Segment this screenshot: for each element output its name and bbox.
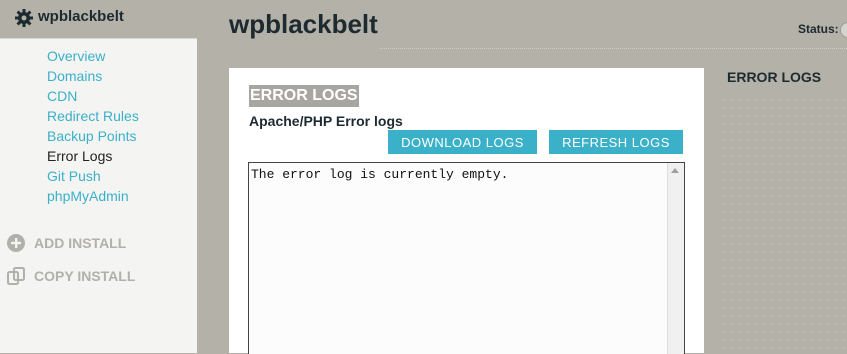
- site-name[interactable]: wpblackbelt: [38, 8, 124, 25]
- scroll-up-arrow-icon[interactable]: [671, 168, 679, 173]
- sidebar-nav: Overview Domains CDN Redirect Rules Back…: [47, 46, 139, 206]
- sidebar-item-phpmyadmin[interactable]: phpMyAdmin: [47, 186, 139, 206]
- plus-circle-icon: [7, 234, 25, 252]
- copy-install-button[interactable]: COPY INSTALL: [6, 266, 135, 286]
- right-column-title: ERROR LOGS: [727, 69, 822, 85]
- download-logs-button[interactable]: DOWNLOAD LOGS: [388, 130, 537, 154]
- copy-install-label: COPY INSTALL: [34, 268, 136, 284]
- gear-icon[interactable]: [14, 8, 34, 28]
- page-title: wpblackbelt: [229, 9, 378, 39]
- sidebar-item-overview[interactable]: Overview: [47, 46, 139, 66]
- sidebar-item-domains[interactable]: Domains: [47, 66, 139, 86]
- error-logs-panel: ERROR LOGS Apache/PHP Error logs DOWNLOA…: [229, 68, 704, 354]
- add-install-label: ADD INSTALL: [34, 235, 127, 251]
- status-label: Status:: [798, 22, 839, 36]
- status-toggle[interactable]: [840, 22, 847, 38]
- sidebar-item-redirect-rules[interactable]: Redirect Rules: [47, 106, 139, 126]
- right-column-background: [720, 96, 847, 353]
- sidebar-item-git-push[interactable]: Git Push: [47, 166, 139, 186]
- panel-heading: ERROR LOGS: [249, 85, 359, 107]
- log-textarea[interactable]: The error log is currently empty.: [248, 162, 685, 354]
- panel-subheading: Apache/PHP Error logs: [249, 113, 403, 129]
- refresh-logs-button[interactable]: REFRESH LOGS: [549, 130, 683, 154]
- header-divider: [380, 48, 847, 49]
- add-install-button[interactable]: ADD INSTALL: [6, 233, 126, 253]
- sidebar-item-backup-points[interactable]: Backup Points: [47, 126, 139, 146]
- sidebar: wpblackbelt Overview Domains CDN Redirec…: [0, 0, 197, 353]
- sidebar-item-cdn[interactable]: CDN: [47, 86, 139, 106]
- log-content: The error log is currently empty.: [251, 167, 509, 182]
- log-scrollbar[interactable]: [667, 163, 684, 354]
- sidebar-item-error-logs[interactable]: Error Logs: [47, 146, 139, 166]
- site-header: wpblackbelt: [0, 0, 197, 39]
- copy-icon: [7, 267, 25, 285]
